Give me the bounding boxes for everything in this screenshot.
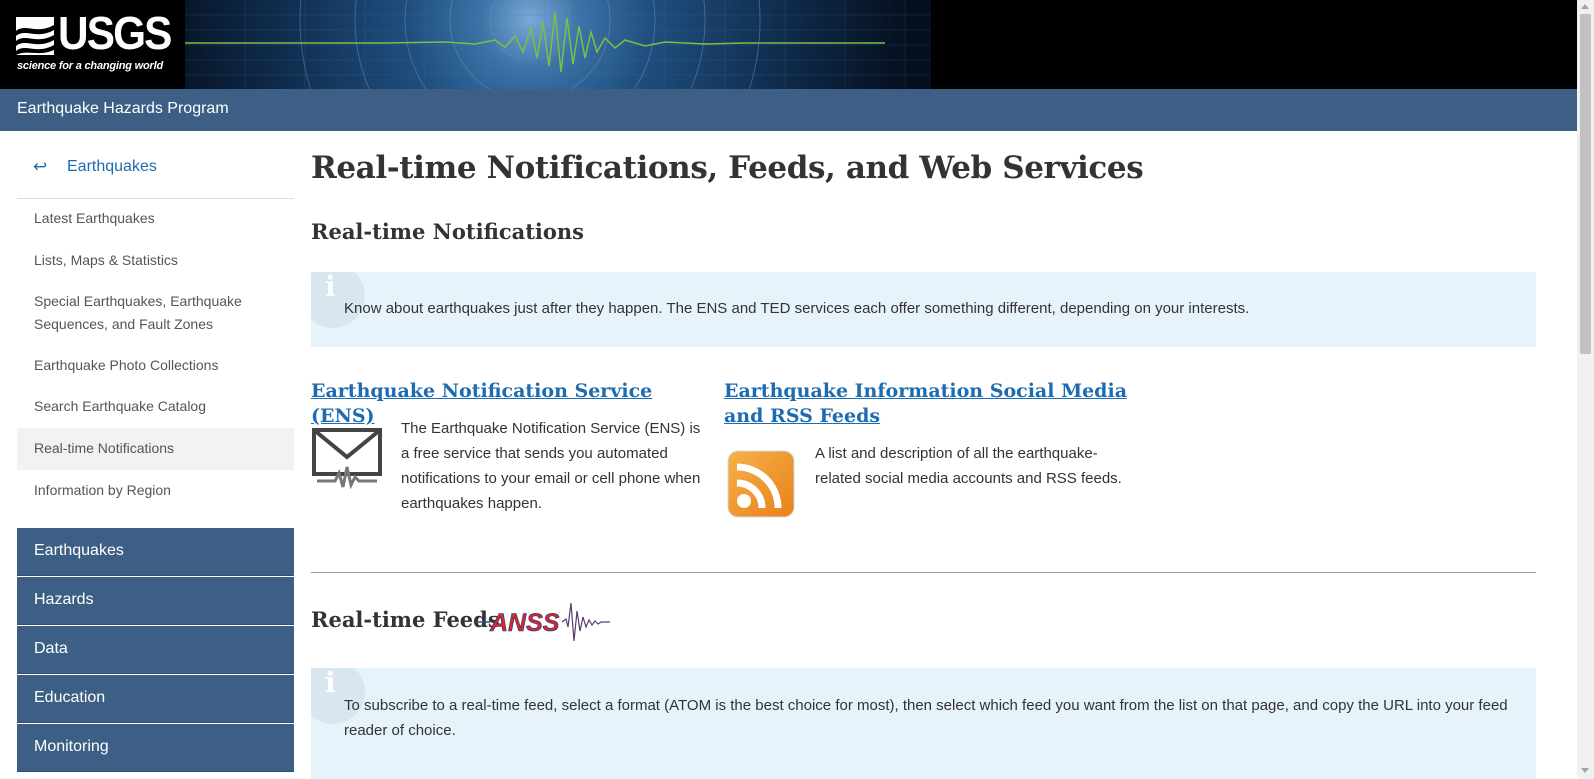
program-title-link[interactable]: Earthquake Hazards Program bbox=[17, 100, 229, 118]
nav-section-label: Earthquakes bbox=[34, 542, 124, 559]
nav-section-earthquakes[interactable]: Earthquakes bbox=[17, 528, 294, 576]
scrollbar-thumb[interactable] bbox=[1580, 14, 1591, 354]
logo-wordmark: USGS bbox=[58, 7, 172, 59]
notifications-callout: i Know about earthquakes just after they… bbox=[311, 272, 1536, 347]
nav-section-label: Hazards bbox=[34, 591, 94, 608]
sidebar-item-lists-maps-statistics[interactable]: Lists, Maps & Statistics bbox=[17, 249, 294, 272]
envelope-seismogram-icon bbox=[312, 428, 382, 489]
program-bar: Earthquake Hazards Program bbox=[0, 89, 1577, 131]
page-title: Real-time Notifications, Feeds, and Web … bbox=[311, 150, 1144, 186]
sidebar-item-realtime-notifications[interactable]: Real-time Notifications bbox=[17, 428, 294, 470]
anss-logo-text: ANSS bbox=[489, 609, 560, 637]
nav-section-hazards[interactable]: Hazards bbox=[17, 577, 294, 625]
nav-section-monitoring[interactable]: Monitoring bbox=[17, 724, 294, 772]
ens-description: The Earthquake Notification Service (ENS… bbox=[401, 420, 701, 512]
section-divider bbox=[311, 572, 1536, 573]
vertical-scrollbar[interactable] bbox=[1577, 0, 1594, 779]
nav-section-education[interactable]: Education bbox=[17, 675, 294, 723]
seismogram-banner-image bbox=[185, 0, 931, 89]
sidebar-item-search-catalog[interactable]: Search Earthquake Catalog bbox=[17, 395, 294, 418]
usgs-wave-icon bbox=[16, 17, 54, 55]
social-media-rss-description: A list and description of all the earthq… bbox=[815, 445, 1122, 487]
notifications-callout-text: Know about earthquakes just after they h… bbox=[344, 300, 1250, 317]
feeds-callout: i To subscribe to a real-time feed, sele… bbox=[311, 668, 1536, 779]
nav-section-label: Monitoring bbox=[34, 738, 109, 755]
return-arrow-icon: ↩ bbox=[33, 157, 48, 176]
rss-icon[interactable] bbox=[726, 449, 796, 519]
back-link-label: Earthquakes bbox=[67, 158, 157, 175]
notifications-heading: Real-time Notifications bbox=[311, 219, 584, 244]
site-banner: USGS science for a changing world bbox=[0, 0, 1577, 89]
feeds-heading: Real-time Feeds bbox=[311, 607, 500, 632]
nav-section-label: Data bbox=[34, 640, 68, 657]
social-media-rss-link[interactable]: Earthquake Information Social Media and … bbox=[724, 379, 1134, 429]
back-to-earthquakes-link[interactable]: ↩ Earthquakes bbox=[17, 157, 294, 199]
nav-section-label: Education bbox=[34, 689, 106, 706]
nav-section-data[interactable]: Data bbox=[17, 626, 294, 674]
scroll-down-arrow-icon[interactable] bbox=[1581, 768, 1589, 773]
scroll-up-arrow-icon[interactable] bbox=[1581, 4, 1589, 9]
feeds-callout-text: To subscribe to a real-time feed, select… bbox=[344, 697, 1508, 739]
sidebar-item-latest-earthquakes[interactable]: Latest Earthquakes bbox=[17, 207, 294, 247]
sidebar-item-special-earthquakes[interactable]: Special Earthquakes, Earthquake Sequence… bbox=[17, 290, 294, 336]
sidebar-item-photo-collections[interactable]: Earthquake Photo Collections bbox=[17, 354, 294, 377]
anss-logo: ANSS bbox=[476, 602, 610, 642]
logo-tagline: science for a changing world bbox=[17, 60, 163, 72]
usgs-logo[interactable]: USGS science for a changing world bbox=[0, 0, 185, 89]
sidebar-item-information-by-region[interactable]: Information by Region bbox=[17, 479, 294, 502]
